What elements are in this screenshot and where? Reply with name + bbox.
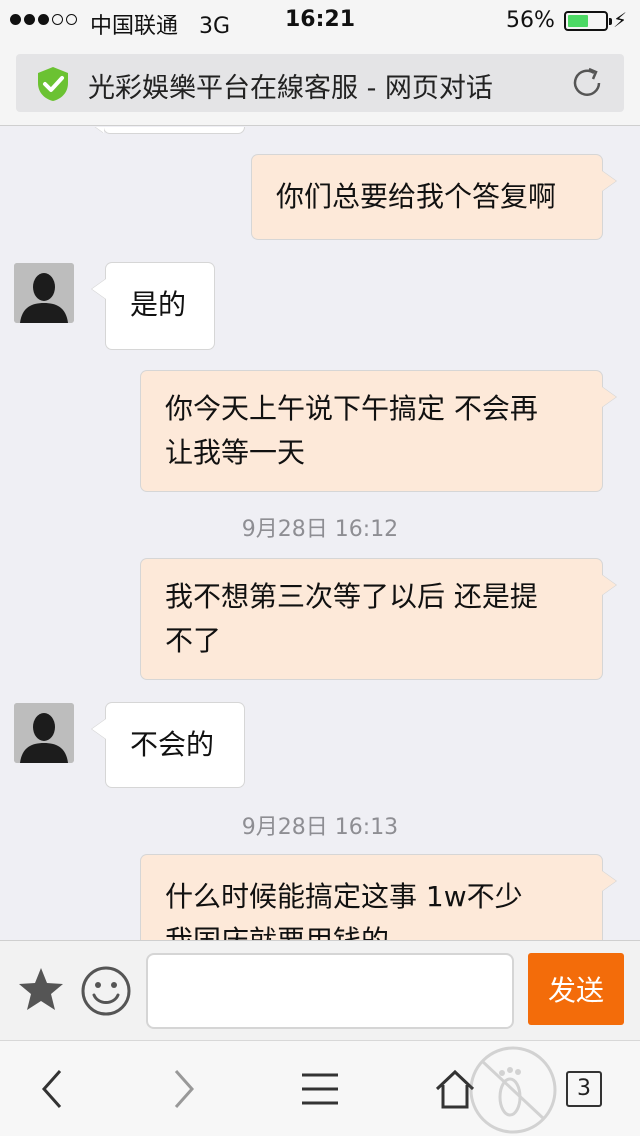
tabs-icon[interactable]: 3 xyxy=(566,1071,602,1107)
status-bar: 中国联通 3G 16:21 56% ⚡ xyxy=(0,0,640,40)
reload-icon[interactable] xyxy=(568,64,606,102)
forward-icon[interactable] xyxy=(168,1067,198,1111)
message-text-line: 不了 xyxy=(165,624,222,657)
browser-toolbar: 3 xyxy=(0,1040,640,1136)
user-silhouette-icon xyxy=(14,263,74,323)
message-text-line: 我不想第三次等了以后 还是提 xyxy=(165,580,538,613)
url-field[interactable]: 光彩娛樂平台在線客服 - 网页对话 xyxy=(16,54,624,112)
shield-check-icon xyxy=(38,67,68,101)
send-button[interactable]: 发送 xyxy=(528,953,624,1025)
message-bubble-incoming: 不会的 xyxy=(106,703,244,787)
message-timestamp: 9月28日 16:13 xyxy=(241,815,399,840)
battery-icon xyxy=(564,11,612,31)
message-text: 是的 xyxy=(130,288,187,321)
emoji-icon[interactable] xyxy=(80,965,132,1017)
footprint-icon[interactable] xyxy=(468,1045,558,1135)
message-text-line: 我国庆就要用钱的 xyxy=(165,919,578,940)
back-icon[interactable] xyxy=(38,1067,68,1111)
menu-icon[interactable] xyxy=(300,1067,340,1111)
message-text: 你们总要给我个答复啊 xyxy=(276,180,557,213)
browser-address-bar: 光彩娛樂平台在線客服 - 网页对话 xyxy=(0,40,640,126)
message-bubble-outgoing: 我不想第三次等了以后 还是提 不了 xyxy=(141,559,602,679)
message-bubble-partial xyxy=(104,127,244,133)
battery-fill xyxy=(568,15,589,27)
message-text: 不会的 xyxy=(130,728,215,761)
message-text-line: 让我等一天 xyxy=(165,436,306,469)
message-text-line: 你今天上午说下午搞定 不会再 xyxy=(165,392,538,425)
agent-avatar xyxy=(14,263,74,323)
message-input-bar: 发送 xyxy=(0,940,640,1040)
message-input[interactable] xyxy=(146,953,514,1029)
page-title: 光彩娛樂平台在線客服 - 网页对话 xyxy=(88,73,493,104)
user-silhouette-icon xyxy=(14,703,74,763)
message-bubble-outgoing: 你今天上午说下午搞定 不会再 让我等一天 xyxy=(141,371,602,491)
message-bubble-incoming: 是的 xyxy=(106,263,214,349)
message-text-line: 什么时候能搞定这事 1w不少 xyxy=(165,880,523,913)
charging-icon: ⚡ xyxy=(613,8,628,32)
message-bubble-outgoing: 你们总要给我个答复啊 xyxy=(252,155,602,239)
agent-avatar xyxy=(14,703,74,763)
chat-area[interactable]: 你们总要给我个答复啊 是的 你今天上午说下午搞定 不会再 让我等一天 9月28日… xyxy=(0,127,640,940)
star-icon[interactable] xyxy=(16,965,66,1015)
message-timestamp: 9月28日 16:12 xyxy=(241,517,399,542)
battery-percent: 56% xyxy=(506,8,555,33)
message-bubble-outgoing: 什么时候能搞定这事 1w不少 我国庆就要用钱的 xyxy=(141,855,602,940)
